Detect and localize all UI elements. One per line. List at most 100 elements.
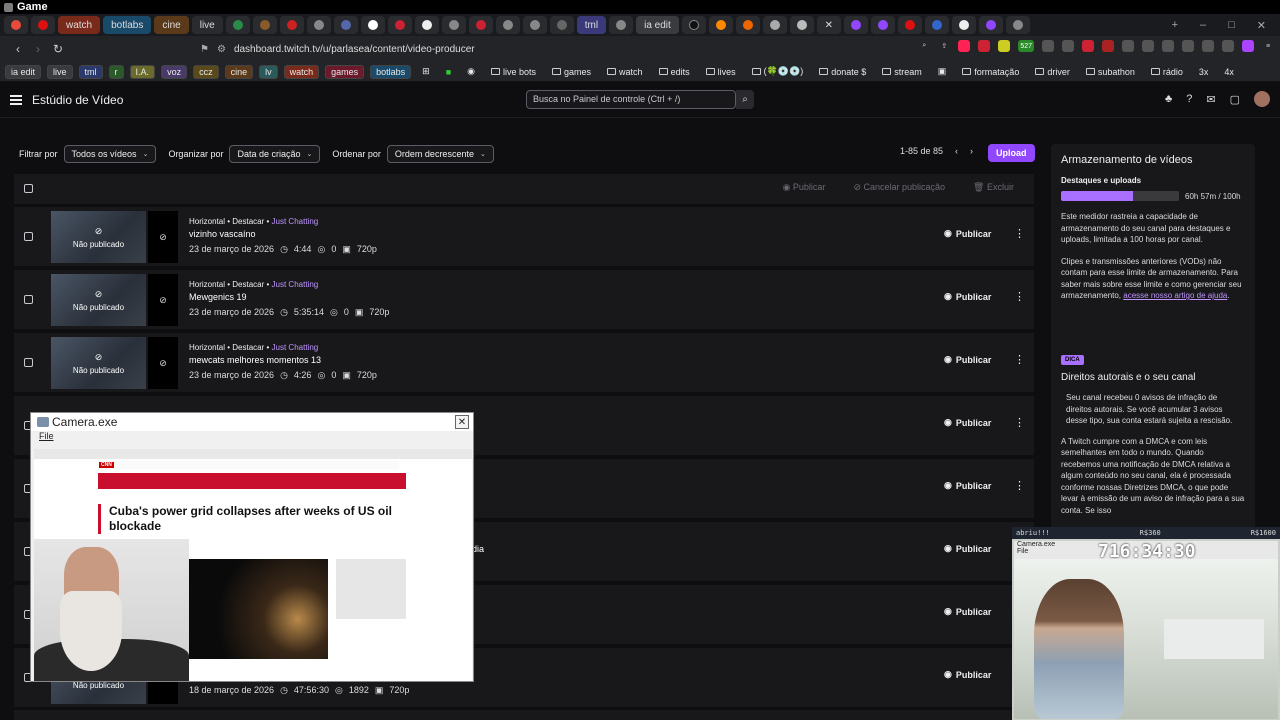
forward-icon[interactable]: › [28, 42, 48, 56]
tab-icon[interactable] [468, 16, 493, 34]
extension-icon[interactable] [1122, 40, 1134, 52]
menu-icon[interactable] [10, 94, 22, 105]
video-title[interactable]: vizinho vascaíno [189, 229, 256, 239]
bulk-unpublish-button[interactable]: ⊘ Cancelar publicação [853, 182, 945, 193]
brave-icon[interactable] [958, 40, 971, 52]
bookmark-folder[interactable]: rádio [1146, 66, 1188, 78]
apps-grid-icon[interactable]: ⊞ [417, 65, 435, 78]
bookmark-folder[interactable]: lives [701, 66, 741, 78]
video-title[interactable]: Mewgenics 19 [189, 292, 247, 302]
bookmark-item[interactable]: ia edit [5, 64, 42, 79]
reload-icon[interactable]: ↻ [48, 42, 68, 56]
tab-icon[interactable] [31, 16, 55, 34]
tab-icon[interactable] [951, 16, 976, 34]
more-options-icon[interactable]: ⋮ [1014, 479, 1025, 492]
publish-button[interactable]: ◉ Publicar [944, 480, 991, 491]
publish-button[interactable]: ◉ Publicar [944, 669, 991, 680]
share-icon[interactable]: ⇪ [938, 40, 950, 52]
tab-icon[interactable] [4, 16, 28, 34]
bookmark-folder[interactable]: donate $ [814, 66, 871, 78]
bookmark-item[interactable]: r [108, 64, 124, 79]
table-row[interactable] [14, 709, 1034, 720]
bookmark-item[interactable]: live [47, 64, 73, 79]
video-thumbnail[interactable]: ⊘Não publicado [51, 211, 146, 263]
publish-button[interactable]: ◉ Publicar [944, 228, 991, 239]
bulk-delete-button[interactable]: 🗑 Excluir [973, 182, 1014, 193]
help-article-link[interactable]: acesse nosso artigo de ajuda [1123, 291, 1227, 300]
tab-icon[interactable] [549, 16, 574, 34]
close-icon[interactable]: ✕ [1257, 19, 1266, 32]
bookmark-item[interactable]: voz [161, 64, 188, 79]
tab-icon[interactable] [360, 16, 385, 34]
tab-icon[interactable] [708, 16, 733, 34]
more-options-icon[interactable]: ⋮ [1014, 227, 1025, 240]
menu-icon[interactable]: ≡ [1262, 40, 1274, 52]
bookmark-item[interactable]: watch [283, 64, 320, 79]
search-input[interactable]: Busca no Painel de controle (Ctrl + /) [526, 90, 736, 109]
bookmark-icon[interactable]: ■ [441, 66, 456, 78]
creator-icon[interactable]: ♣ [1165, 93, 1172, 105]
camera-window-titlebar[interactable]: Camera.exe ✕ [31, 413, 473, 431]
extension-icon[interactable] [1082, 40, 1094, 52]
site-info-icon[interactable]: ⚙ [217, 44, 226, 55]
rewards-icon[interactable] [978, 40, 991, 52]
publish-button[interactable]: ◉ Publicar [944, 354, 991, 365]
bookmark-folder[interactable]: stream [877, 66, 927, 78]
category-link[interactable]: Just Chatting [272, 343, 319, 352]
zoom-icon[interactable]: ⌕ [918, 40, 930, 52]
tab-watch[interactable]: watch [58, 16, 101, 34]
tab-icon[interactable] [495, 16, 520, 34]
tab-icon[interactable] [414, 16, 439, 34]
row-checkbox[interactable] [24, 232, 33, 241]
upload-button[interactable]: Upload [988, 144, 1035, 162]
extension-icon[interactable] [1182, 40, 1194, 52]
new-tab-icon[interactable]: + [1172, 19, 1178, 31]
bookmark-folder[interactable]: subathon [1081, 66, 1140, 78]
url-text[interactable]: dashboard.twitch.tv/u/parlasea/content/v… [234, 44, 475, 55]
table-row[interactable]: ⊘ Não publicado ⊘ Horizontal • Destacar •… [14, 332, 1034, 392]
extension-badge[interactable]: 527 [1018, 40, 1034, 52]
video-thumbnail[interactable]: ⊘Não publicado [51, 274, 146, 326]
inbox-icon[interactable]: ✉ [1206, 93, 1215, 106]
file-menu[interactable]: File [31, 431, 473, 445]
tab-icon[interactable] [333, 16, 358, 34]
extension-icon[interactable] [1042, 40, 1054, 52]
tab-icon[interactable] [897, 16, 922, 34]
avatar[interactable] [1254, 91, 1270, 107]
tab-icon[interactable] [387, 16, 412, 34]
extension-icon[interactable] [1202, 40, 1214, 52]
tab-ia-edit[interactable]: ia edit [636, 16, 679, 34]
sidebar-icon[interactable] [1162, 40, 1174, 52]
tab-live[interactable]: live [191, 16, 223, 34]
bookmark-folder[interactable]: live bots [486, 66, 541, 78]
row-checkbox[interactable] [24, 358, 33, 367]
more-options-icon[interactable]: ⋮ [1014, 353, 1025, 366]
tab-icon[interactable] [1005, 16, 1030, 34]
back-icon[interactable]: ‹ [8, 42, 28, 56]
bookmark-item[interactable]: I.A. [129, 64, 156, 79]
tab-icon[interactable] [924, 16, 949, 34]
tab-tml[interactable]: tml [576, 16, 607, 34]
video-thumbnail[interactable]: ⊘Não publicado [51, 337, 146, 389]
bookmark-item[interactable]: 3x [1194, 66, 1214, 78]
extension-icon[interactable] [1102, 40, 1114, 52]
prev-page-icon[interactable]: ‹ [955, 146, 958, 156]
publish-button[interactable]: ◉ Publicar [944, 543, 991, 554]
bookmark-folder[interactable]: formatação [957, 66, 1024, 78]
bookmark-item[interactable]: botlabs [370, 64, 412, 79]
tab-icon[interactable] [279, 16, 304, 34]
bookmark-icon[interactable]: ⚑ [200, 44, 209, 55]
tab-icon[interactable] [306, 16, 331, 34]
tab-icon[interactable] [441, 16, 466, 34]
bookmark-folder[interactable]: (🍀💿💿) [747, 65, 809, 78]
tab-icon[interactable] [609, 16, 634, 34]
category-link[interactable]: Just Chatting [272, 280, 319, 289]
bookmark-item[interactable]: cine [224, 64, 254, 79]
extension-icon[interactable] [1062, 40, 1074, 52]
select-all-checkbox[interactable] [24, 184, 33, 193]
table-row[interactable]: ⊘ Não publicado ⊘ Horizontal • Destacar •… [14, 269, 1034, 329]
next-page-icon[interactable]: › [970, 146, 973, 156]
video-title[interactable]: mewcats melhores momentos 13 [189, 355, 321, 365]
publish-button[interactable]: ◉ Publicar [944, 291, 991, 302]
extension-icon[interactable] [998, 40, 1011, 52]
